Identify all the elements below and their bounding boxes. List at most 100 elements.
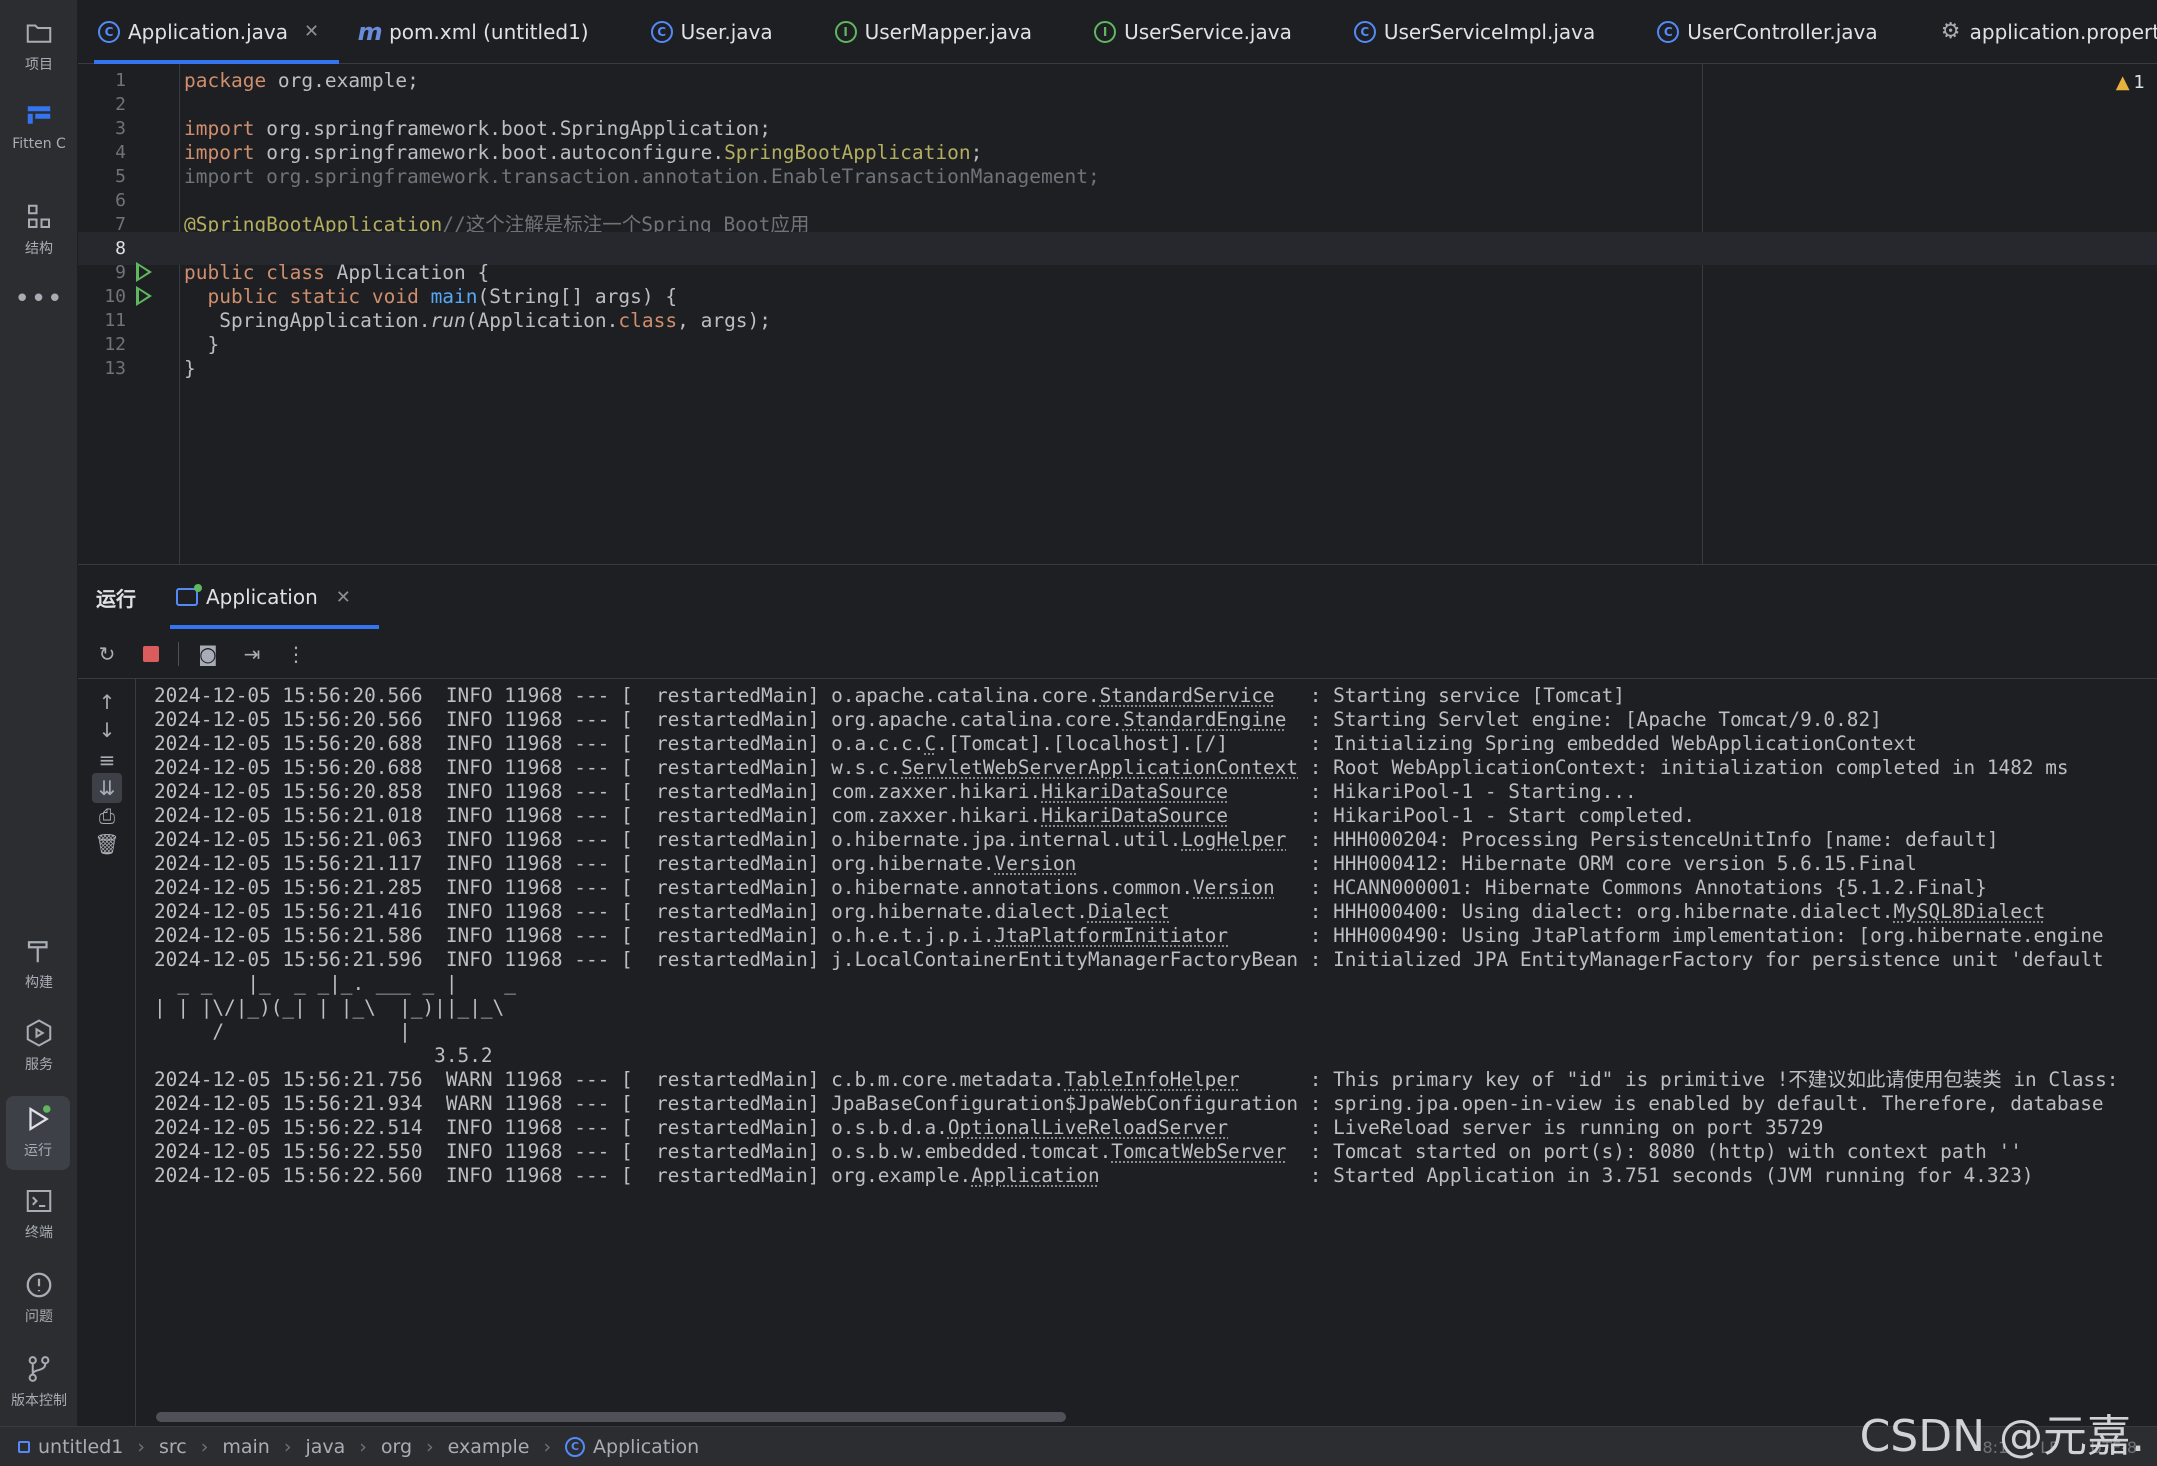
chevron-right-icon: › — [543, 1436, 551, 1458]
maven-icon: m — [359, 21, 381, 43]
run-panel-header: 运行 Application ✕ — [78, 565, 2157, 629]
run-tab-label: Application — [206, 585, 318, 609]
tab-pom-xml[interactable]: m pom.xml (untitled1) — [339, 0, 608, 64]
tool-build-label: 构建 — [25, 972, 53, 992]
more-vertical-icon[interactable]: ⋮ — [281, 639, 311, 669]
run-panel-title: 运行 — [96, 583, 136, 612]
tab-label: User.java — [681, 20, 773, 44]
stop-icon[interactable] — [136, 639, 166, 669]
tool-more[interactable]: ••• — [0, 284, 78, 314]
class-icon: C — [1657, 21, 1679, 43]
run-tab-application[interactable]: Application ✕ — [176, 565, 365, 629]
tool-structure-label: 结构 — [25, 238, 53, 258]
hammer-icon — [24, 936, 54, 966]
class-icon: C — [565, 1437, 585, 1457]
breadcrumb-item[interactable]: main — [222, 1436, 269, 1458]
tab-label: UserMapper.java — [865, 20, 1032, 44]
class-icon: C — [98, 21, 120, 43]
tab-application-properties[interactable]: ⚙ application.properties — [1898, 0, 2157, 64]
class-icon: C — [1354, 21, 1376, 43]
line-number: 13 — [78, 352, 126, 385]
breadcrumb-item[interactable]: untitled1 — [38, 1436, 123, 1458]
tool-terminal[interactable]: 终端 — [0, 1186, 78, 1242]
tool-vcs-label: 版本控制 — [11, 1390, 67, 1410]
scroll-to-end-icon[interactable]: ⇊ — [92, 773, 122, 803]
tool-fitten-label: Fitten C — [12, 136, 66, 152]
tab-label: application.properties — [1970, 20, 2157, 44]
breadcrumb-item[interactable]: Application — [593, 1436, 699, 1458]
more-icon: ••• — [14, 284, 63, 314]
tool-services[interactable]: 服务 — [0, 1018, 78, 1074]
editor-tabs: C Application.java ✕ m pom.xml (untitled… — [78, 0, 2157, 64]
breadcrumb-item[interactable]: example — [448, 1436, 530, 1458]
tool-build[interactable]: 构建 — [0, 936, 78, 992]
print-icon[interactable]: ⎙ — [92, 801, 122, 831]
run-toolbar: ↻ ◙ ⇥ ⋮ — [78, 629, 2157, 679]
run-gutter-icon[interactable] — [136, 286, 152, 306]
fitten-code-icon — [24, 100, 54, 130]
code-editor[interactable]: ▲ 1 1 package org.example; 2 3 import org… — [78, 64, 2157, 564]
breadcrumb: untitled1 › src › main › java › org › ex… — [0, 1436, 699, 1458]
status-bar: untitled1 › src › main › java › org › ex… — [0, 1426, 2157, 1466]
tool-structure[interactable]: 结构 — [0, 202, 78, 258]
gear-icon: ⚙ — [1940, 21, 1962, 43]
terminal-icon — [24, 1186, 54, 1216]
tool-run[interactable]: 运行 — [6, 1096, 70, 1170]
tab-label: UserService.java — [1124, 20, 1292, 44]
tab-label: UserServiceImpl.java — [1384, 20, 1595, 44]
tab-label: Application.java — [128, 20, 288, 44]
tool-problems-label: 问题 — [25, 1306, 53, 1326]
soft-wrap-icon[interactable]: ≡ — [92, 745, 122, 775]
module-icon — [18, 1441, 30, 1453]
tab-userserviceimpl-java[interactable]: C UserServiceImpl.java — [1312, 0, 1615, 64]
left-tool-strip: 项目 Fitten C 结构 ••• 构建 服务 运行 终端 问题 版本控制 — [0, 0, 78, 1466]
tab-userservice-java[interactable]: I UserService.java — [1052, 0, 1312, 64]
console-output[interactable]: 2024-12-05 15:56:20.566 INFO 11968 --- [… — [154, 679, 2157, 1409]
breadcrumb-item[interactable]: src — [159, 1436, 187, 1458]
breadcrumb-item[interactable]: java — [305, 1436, 345, 1458]
problems-icon — [24, 1270, 54, 1300]
services-icon — [24, 1018, 54, 1048]
console-horizontal-scrollbar[interactable] — [156, 1412, 1066, 1422]
tab-application-java[interactable]: C Application.java ✕ — [78, 0, 339, 64]
breadcrumb-item[interactable]: org — [381, 1436, 412, 1458]
class-icon: C — [651, 21, 673, 43]
arrow-up-icon[interactable]: ↑ — [92, 687, 122, 717]
csdn-watermark: CSDN @元嘉. — [1860, 1400, 2145, 1464]
tool-services-label: 服务 — [25, 1054, 53, 1074]
close-icon[interactable]: ✕ — [336, 587, 351, 608]
structure-icon — [24, 202, 54, 232]
toolbar-divider — [178, 642, 179, 666]
close-icon[interactable]: ✕ — [304, 21, 319, 42]
interface-icon: I — [835, 21, 857, 43]
tool-project-label: 项目 — [25, 54, 53, 74]
run-icon — [23, 1104, 53, 1134]
tab-user-java[interactable]: C User.java — [609, 0, 793, 64]
tab-label: UserController.java — [1687, 20, 1877, 44]
rerun-icon[interactable]: ↻ — [92, 639, 122, 669]
tab-usermapper-java[interactable]: I UserMapper.java — [793, 0, 1052, 64]
interface-icon: I — [1094, 21, 1116, 43]
run-panel: 运行 Application ✕ ↻ ◙ ⇥ ⋮ ↑ ↓ ≡ ⇊ ⎙ 🗑 202… — [78, 564, 2157, 1426]
tool-fitten[interactable]: Fitten C — [0, 100, 78, 152]
chevron-right-icon: › — [137, 1436, 145, 1458]
console-side-toolbar: ↑ ↓ ≡ ⇊ ⎙ 🗑 — [78, 679, 136, 1427]
trash-icon[interactable]: 🗑 — [92, 829, 122, 859]
tab-label: pom.xml (untitled1) — [389, 20, 588, 44]
tool-vcs[interactable]: 版本控制 — [0, 1354, 78, 1410]
exit-icon[interactable]: ⇥ — [237, 639, 267, 669]
camera-icon[interactable]: ◙ — [193, 639, 223, 669]
tab-usercontroller-java[interactable]: C UserController.java — [1615, 0, 1897, 64]
code-line: 13 } — [78, 352, 2157, 385]
tool-project[interactable]: 项目 — [0, 18, 78, 74]
tool-problems[interactable]: 问题 — [0, 1270, 78, 1326]
tool-run-label: 运行 — [24, 1140, 52, 1160]
folder-icon — [24, 18, 54, 48]
chevron-right-icon: › — [426, 1436, 434, 1458]
run-gutter-icon[interactable] — [136, 262, 152, 282]
chevron-right-icon: › — [359, 1436, 367, 1458]
chevron-right-icon: › — [201, 1436, 209, 1458]
chevron-right-icon: › — [284, 1436, 292, 1458]
run-config-icon — [176, 588, 198, 606]
arrow-down-icon[interactable]: ↓ — [92, 715, 122, 745]
